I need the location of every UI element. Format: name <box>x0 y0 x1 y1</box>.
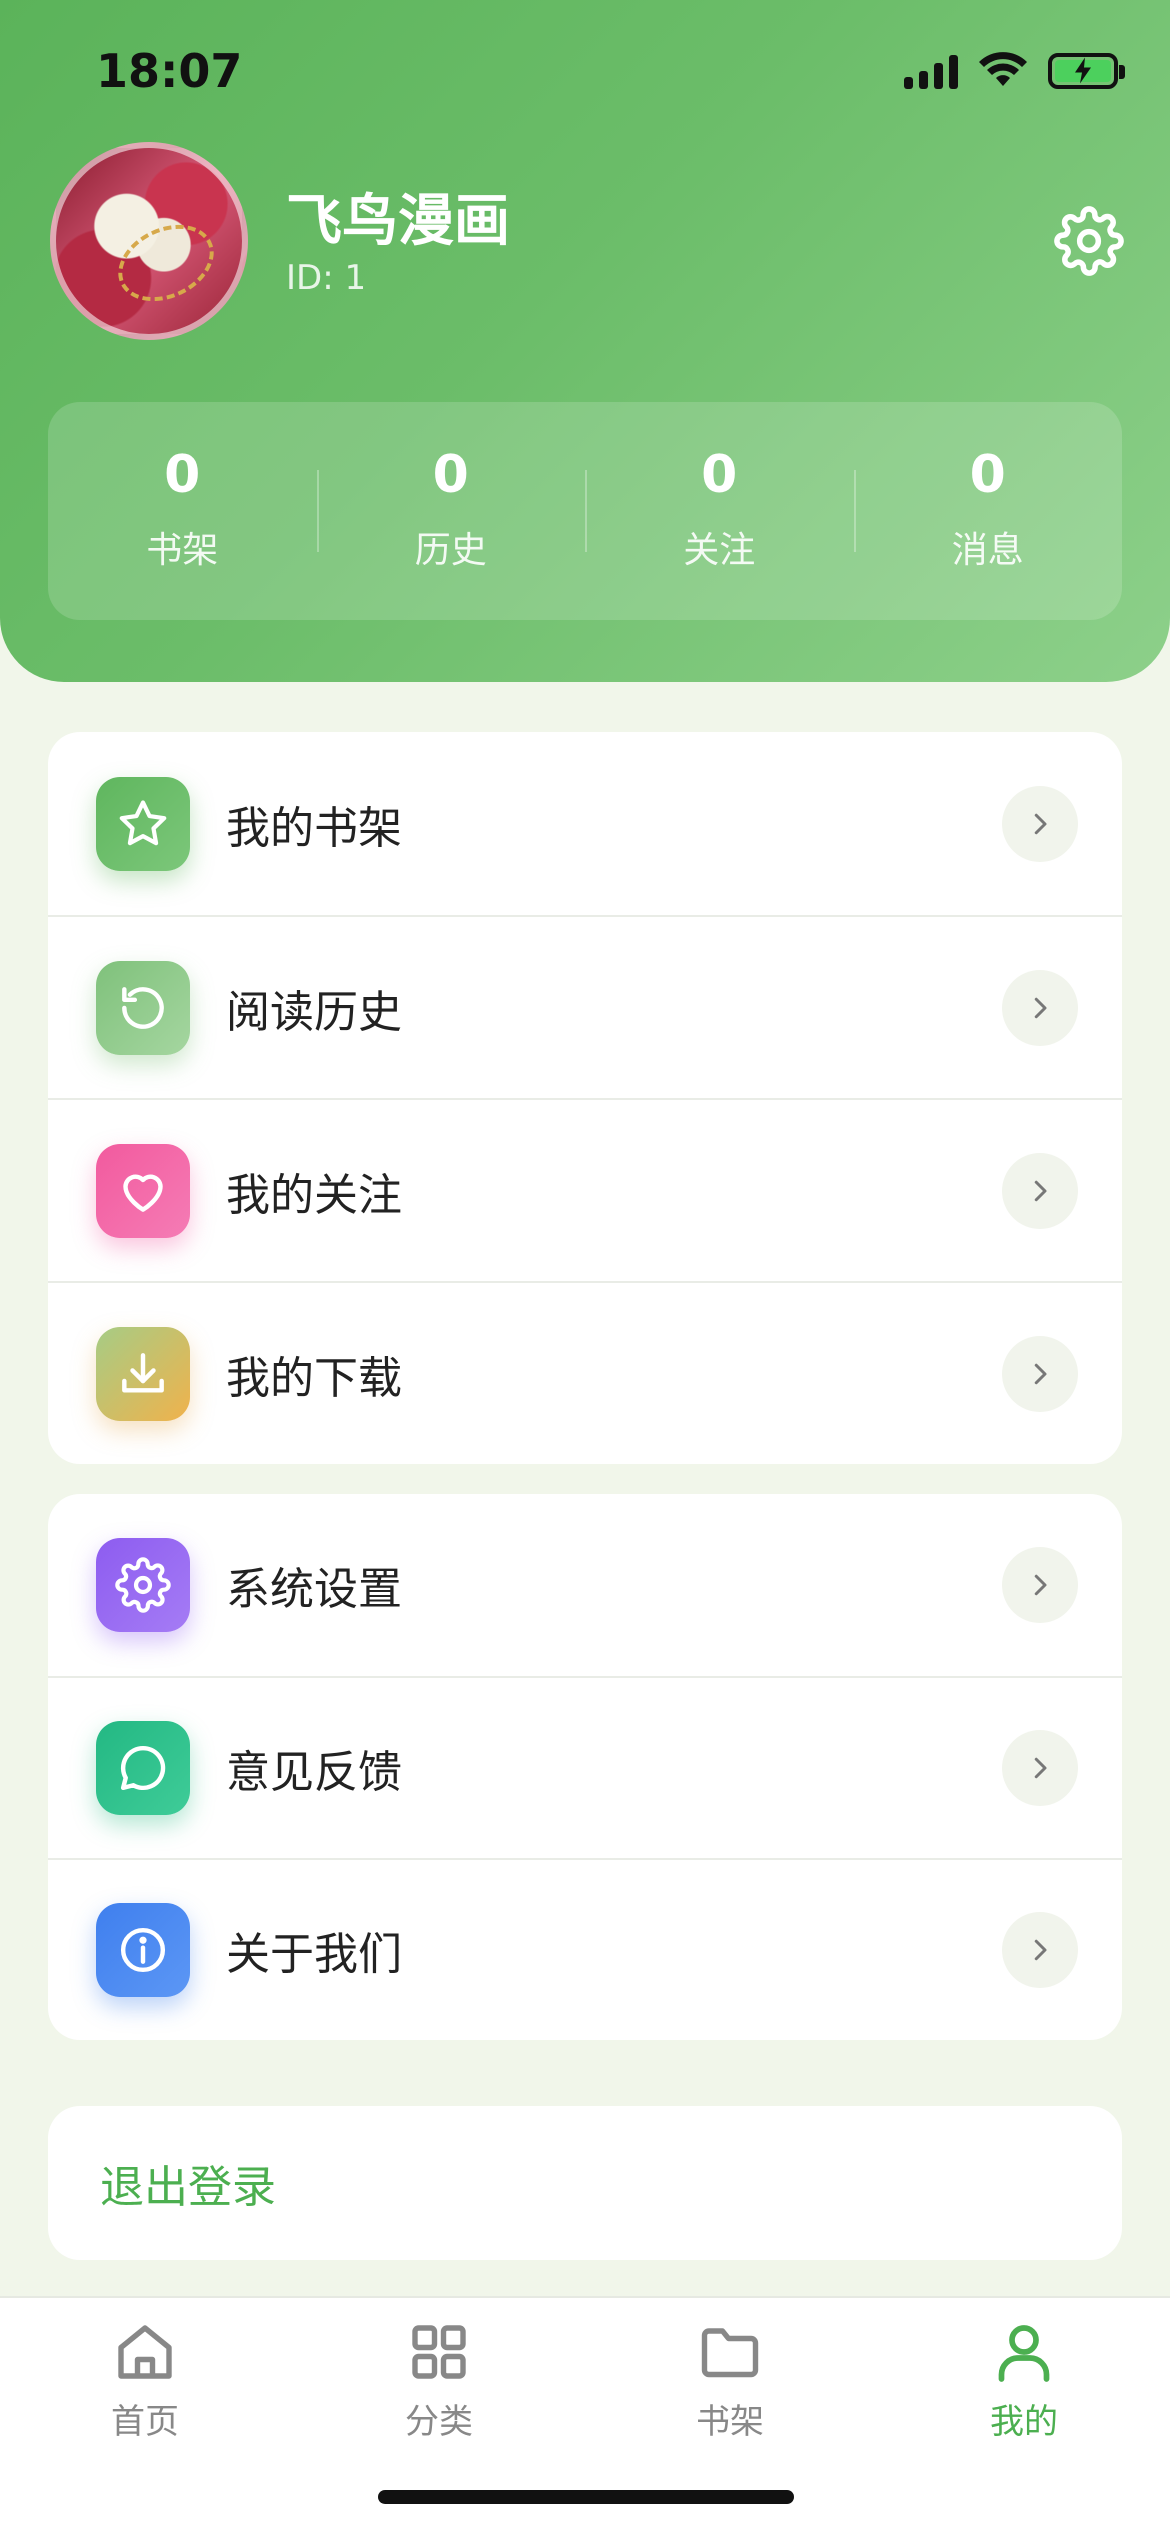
menu-item-bookshelf[interactable]: 我的书架 <box>48 732 1122 915</box>
menu-item-label: 我的下载 <box>226 1352 402 1404</box>
chevron-right-icon <box>1002 1730 1078 1806</box>
home-indicator <box>378 2490 794 2504</box>
heart-icon <box>96 1143 190 1238</box>
tab-home[interactable]: 首页 <box>45 2316 245 2443</box>
history-icon <box>96 960 190 1055</box>
tab-label: 分类 <box>405 2402 473 2442</box>
gear-icon <box>96 1538 190 1632</box>
menu-item-label: 关于我们 <box>226 1929 402 1980</box>
signal-icon <box>904 53 958 89</box>
stat-value: 0 <box>164 445 201 505</box>
stat-bookshelf[interactable]: 0 书架 <box>48 402 317 620</box>
settings-button[interactable] <box>1054 206 1124 276</box>
menu-item-label: 意见反馈 <box>226 1747 402 1798</box>
tab-label: 首页 <box>111 2402 179 2442</box>
menu-item-history[interactable]: 阅读历史 <box>48 915 1122 1098</box>
home-icon <box>118 2325 172 2379</box>
status-icons <box>904 52 1125 90</box>
stat-value: 0 <box>969 445 1006 505</box>
avatar[interactable] <box>50 142 248 340</box>
stat-history[interactable]: 0 历史 <box>316 402 586 620</box>
wifi-icon <box>979 52 1027 86</box>
battery-icon <box>1048 53 1125 89</box>
menu-item-downloads[interactable]: 我的下载 <box>48 1281 1122 1464</box>
star-icon <box>96 776 190 871</box>
folder-icon <box>701 2328 759 2378</box>
chevron-right-icon <box>1002 1335 1078 1412</box>
tab-label: 书架 <box>696 2402 764 2442</box>
menu-item-following[interactable]: 我的关注 <box>48 1098 1122 1281</box>
menu-item-feedback[interactable]: 意见反馈 <box>48 1676 1122 1858</box>
user-icon <box>998 2325 1050 2382</box>
chevron-right-icon <box>1002 1547 1078 1623</box>
chat-bubble-icon <box>96 1721 190 1815</box>
tab-label: 我的 <box>990 2402 1058 2442</box>
stat-label: 关注 <box>683 530 756 571</box>
logout-label: 退出登录 <box>100 2162 276 2213</box>
user-id: ID: 1 <box>286 258 367 298</box>
menu-item-label: 我的书架 <box>226 802 402 854</box>
grid-icon <box>412 2325 466 2379</box>
stat-value: 0 <box>701 445 738 505</box>
menu-group-2: 系统设置 意见反馈 关于我们 <box>48 1494 1122 2040</box>
stat-value: 0 <box>432 445 469 505</box>
tab-category[interactable]: 分类 <box>339 2316 539 2443</box>
chevron-right-icon <box>1002 785 1078 862</box>
stat-label: 消息 <box>951 530 1024 571</box>
info-icon <box>96 1903 190 1997</box>
tab-bookshelf[interactable]: 书架 <box>630 2316 830 2443</box>
menu-item-about[interactable]: 关于我们 <box>48 1858 1122 2040</box>
stat-label: 书架 <box>146 530 219 571</box>
status-time: 18:07 <box>96 44 243 98</box>
chevron-right-icon <box>1002 969 1078 1046</box>
username: 飞鸟漫画 <box>286 189 510 254</box>
profile-page: 18:07 飞鸟漫画 ID: 1 0 书架 0 历史 0 关注 0 消息 我的书… <box>0 0 1170 2532</box>
tab-mine[interactable]: 我的 <box>924 2316 1124 2443</box>
menu-item-label: 我的关注 <box>226 1169 402 1221</box>
download-icon <box>96 1326 190 1421</box>
stat-following[interactable]: 0 关注 <box>585 402 854 620</box>
profile-header: 18:07 飞鸟漫画 ID: 1 0 书架 0 历史 0 关注 0 消息 <box>0 0 1170 682</box>
menu-item-settings[interactable]: 系统设置 <box>48 1494 1122 1676</box>
chevron-right-icon <box>1002 1912 1078 1988</box>
menu-group-1: 我的书架 阅读历史 我的关注 我的下载 <box>48 732 1122 1464</box>
stats-panel: 0 书架 0 历史 0 关注 0 消息 <box>48 402 1122 620</box>
stat-label: 历史 <box>414 530 487 571</box>
stat-messages[interactable]: 0 消息 <box>853 402 1123 620</box>
menu-item-label: 阅读历史 <box>226 986 402 1038</box>
gear-icon <box>1054 206 1124 276</box>
logout-button[interactable]: 退出登录 <box>48 2106 1122 2260</box>
chevron-right-icon <box>1002 1152 1078 1229</box>
menu-item-label: 系统设置 <box>226 1564 402 1615</box>
